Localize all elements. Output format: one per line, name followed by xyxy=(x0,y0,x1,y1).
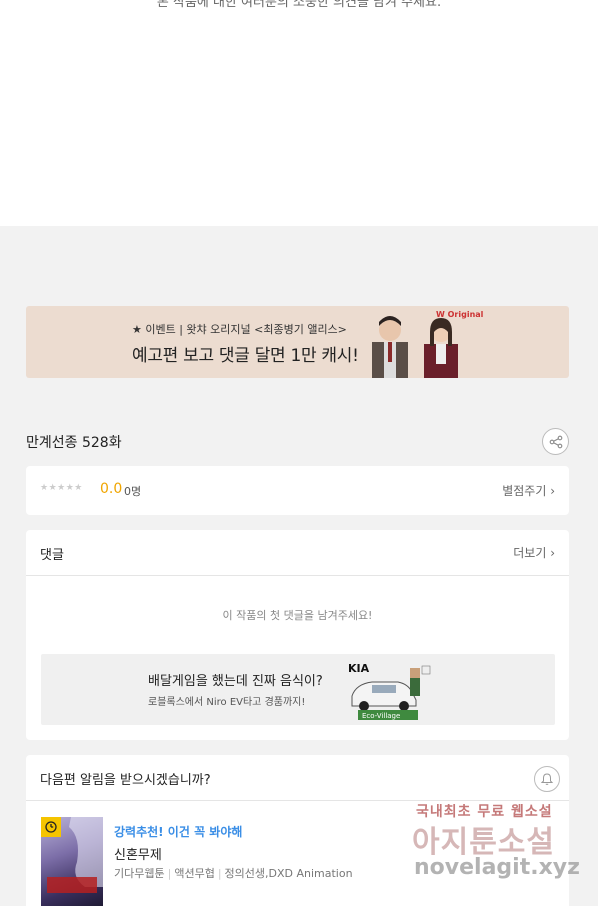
novel-meta: 기다무웹툰 | 액션무협 | 정의선생,DXD Animation xyxy=(114,867,353,880)
ad-title: 배달게임을 했는데 진짜 음식이? xyxy=(148,674,323,689)
ad-badge: Eco-Village xyxy=(362,712,400,720)
event-banner[interactable]: ★ 이벤트 | 왓챠 오리지널 <최종병기 앨리스> 예고편 보고 댓글 달면 … xyxy=(26,306,569,378)
ad-banner[interactable]: 배달게임을 했는데 진짜 음식이? 로블록스에서 Niro EV타고 경품까지!… xyxy=(41,654,555,725)
rating-stars: ★★★★★ xyxy=(40,483,83,493)
watermark-url: novelagit.xyz xyxy=(414,855,580,880)
banner-event-label: ★ 이벤트 | 왓챠 오리지널 <최종병기 앨리스> xyxy=(132,323,347,336)
previous-content-area: 본 작품에 대한 여러분의 소중한 의견을 남겨 주세요. xyxy=(0,0,598,226)
novel-thumbnail[interactable] xyxy=(41,817,103,906)
ad-brand-logo: KIA xyxy=(348,662,370,675)
comment-card: 댓글 더보기 › 이 작품의 첫 댓글을 남겨주세요! 배달게임을 했는데 진짜… xyxy=(26,530,569,740)
novel-cover-art xyxy=(47,817,103,893)
episode-title: 만계선종 528화 xyxy=(26,435,122,451)
site-watermark: 국내최초 무료 웹소설 아지툰소설 novelagit.xyz xyxy=(410,797,580,893)
comment-empty-message: 이 작품의 첫 댓글을 남겨주세요! xyxy=(222,609,373,622)
rating-card: ★★★★★ 0.0 0명 별점주기 › xyxy=(26,466,569,515)
ad-subtitle: 로블록스에서 Niro EV타고 경품까지! xyxy=(148,697,306,708)
divider xyxy=(26,575,569,576)
ad-car-image: KIA Eco-Village xyxy=(348,662,431,720)
comment-more-link[interactable]: 더보기 › xyxy=(513,544,555,561)
recommend-label: 강력추천! 이건 꼭 봐야해 xyxy=(114,825,243,839)
novel-meta-author: 정의선생,DXD Animation xyxy=(224,867,353,880)
recommended-novel-title[interactable]: 신혼무제 xyxy=(114,844,162,863)
banner-characters-image xyxy=(372,316,458,378)
top-cut-text: 본 작품에 대한 여러분의 소중한 의견을 남겨 주세요. xyxy=(156,0,442,10)
novel-meta-category: 기다무웹툰 xyxy=(114,867,165,880)
share-button[interactable] xyxy=(542,428,569,455)
novel-meta-genre: 액션무협 xyxy=(174,867,215,880)
banner-headline: 예고편 보고 댓글 달면 1만 캐시! xyxy=(132,346,359,366)
notify-bell-button[interactable] xyxy=(534,766,560,792)
rating-score: 0.0 xyxy=(100,481,123,497)
banner-brand-logo: W Original xyxy=(436,310,484,319)
share-icon xyxy=(549,435,562,448)
rate-button[interactable]: 별점주기 › xyxy=(502,482,555,499)
notify-header: 다음편 알림을 받으시겠습니까? xyxy=(40,773,211,788)
comment-header: 댓글 xyxy=(40,548,64,563)
bell-icon xyxy=(540,773,554,785)
rating-count: 0명 xyxy=(124,485,142,498)
